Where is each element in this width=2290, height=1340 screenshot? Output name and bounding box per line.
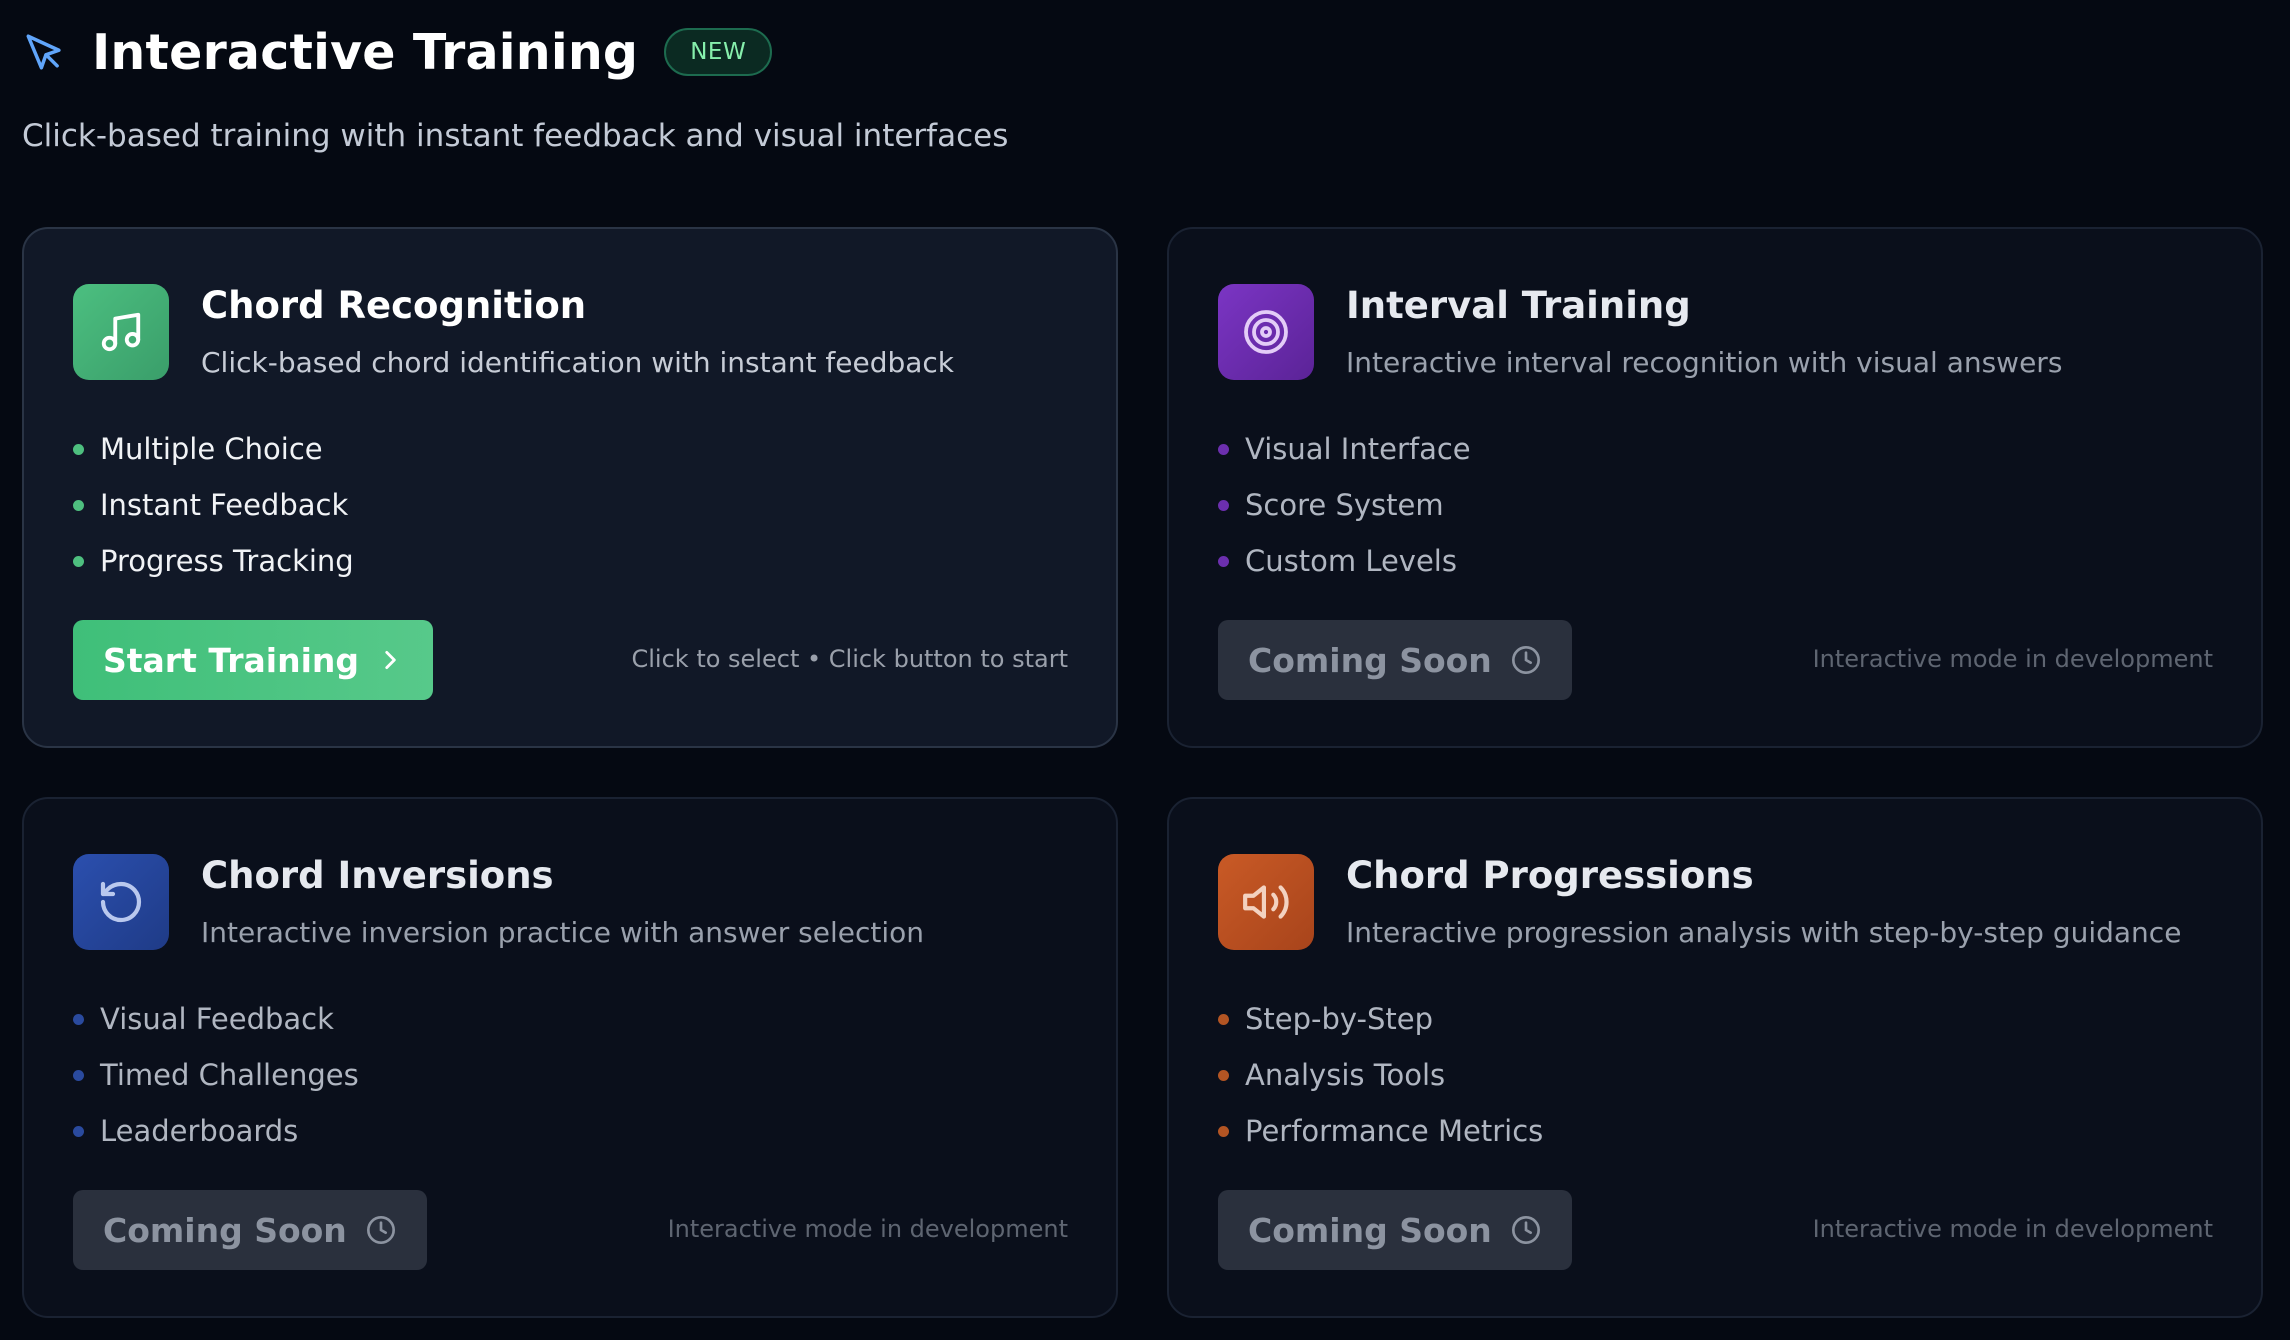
- card-title: Interval Training: [1346, 284, 1691, 327]
- card-hint: Interactive mode in development: [1812, 645, 2213, 673]
- coming-soon-button: Coming Soon: [1218, 620, 1572, 700]
- bullet-dot: [73, 555, 84, 567]
- coming-soon-button: Coming Soon: [73, 1190, 427, 1270]
- card-description: Interactive progression analysis with st…: [1346, 916, 2182, 949]
- page-subtitle: Click-based training with instant feedba…: [22, 118, 1009, 154]
- button-label: Start Training: [103, 640, 360, 680]
- feature-list: Visual Feedback Timed Challenges Leaderb…: [73, 991, 359, 1159]
- feature-label: Multiple Choice: [100, 432, 323, 466]
- feature-list: Step-by-Step Analysis Tools Performance …: [1218, 991, 1543, 1159]
- button-label: Coming Soon: [103, 1210, 347, 1250]
- feature-item: Custom Levels: [1218, 533, 1471, 589]
- clock-icon: [365, 1214, 397, 1246]
- feature-label: Timed Challenges: [100, 1058, 359, 1092]
- card-hint: Interactive mode in development: [667, 1215, 1068, 1243]
- feature-list: Visual Interface Score System Custom Lev…: [1218, 421, 1471, 589]
- rotate-ccw-icon: [73, 854, 169, 950]
- bullet-dot: [73, 1069, 84, 1081]
- card-title: Chord Recognition: [201, 284, 587, 327]
- button-label: Coming Soon: [1248, 1210, 1492, 1250]
- bullet-dot: [1218, 555, 1229, 567]
- feature-label: Visual Interface: [1245, 432, 1471, 466]
- feature-item: Multiple Choice: [73, 421, 354, 477]
- bullet-dot: [1218, 1125, 1229, 1137]
- card-interval-training[interactable]: Interval Training Interactive interval r…: [1167, 227, 2263, 748]
- page-header: Interactive Training NEW: [22, 22, 773, 82]
- music-note-icon: [73, 284, 169, 380]
- new-badge: NEW: [664, 28, 773, 76]
- start-training-button[interactable]: Start Training: [73, 620, 434, 700]
- feature-label: Visual Feedback: [100, 1002, 334, 1036]
- feature-label: Analysis Tools: [1245, 1058, 1446, 1092]
- feature-item: Timed Challenges: [73, 1047, 359, 1103]
- coming-soon-button: Coming Soon: [1218, 1190, 1572, 1270]
- clock-icon: [1510, 644, 1542, 676]
- feature-item: Visual Feedback: [73, 991, 359, 1047]
- feature-list: Multiple Choice Instant Feedback Progres…: [73, 421, 354, 589]
- bullet-dot: [73, 499, 84, 511]
- bullet-dot: [73, 1013, 84, 1025]
- clock-icon: [1510, 1214, 1542, 1246]
- feature-item: Performance Metrics: [1218, 1103, 1543, 1159]
- bullet-dot: [1218, 499, 1229, 511]
- bullet-dot: [73, 1125, 84, 1137]
- card-chord-inversions[interactable]: Chord Inversions Interactive inversion p…: [22, 797, 1118, 1318]
- page-title: Interactive Training: [92, 23, 639, 81]
- card-title: Chord Progressions: [1346, 854, 1754, 897]
- card-description: Interactive inversion practice with answ…: [201, 916, 925, 949]
- feature-item: Instant Feedback: [73, 477, 354, 533]
- feature-label: Score System: [1245, 488, 1444, 522]
- cursor-arrow-icon: [22, 30, 66, 74]
- bullet-dot: [73, 443, 84, 455]
- bullet-dot: [1218, 443, 1229, 455]
- card-chord-recognition[interactable]: Chord Recognition Click-based chord iden…: [22, 227, 1118, 748]
- feature-label: Progress Tracking: [100, 544, 354, 578]
- speaker-volume-icon: [1218, 854, 1314, 950]
- card-title: Chord Inversions: [201, 854, 554, 897]
- bullet-dot: [1218, 1069, 1229, 1081]
- feature-label: Step-by-Step: [1245, 1002, 1434, 1036]
- feature-label: Instant Feedback: [100, 488, 349, 522]
- feature-item: Visual Interface: [1218, 421, 1471, 477]
- feature-item: Progress Tracking: [73, 533, 354, 589]
- feature-label: Performance Metrics: [1245, 1114, 1544, 1148]
- feature-label: Custom Levels: [1245, 544, 1457, 578]
- bullet-dot: [1218, 1013, 1229, 1025]
- button-label: Coming Soon: [1248, 640, 1492, 680]
- feature-item: Leaderboards: [73, 1103, 359, 1159]
- card-description: Click-based chord identification with in…: [201, 346, 955, 379]
- card-description: Interactive interval recognition with vi…: [1346, 346, 2063, 379]
- card-hint: Click to select • Click button to start: [631, 645, 1069, 673]
- feature-item: Analysis Tools: [1218, 1047, 1543, 1103]
- card-hint: Interactive mode in development: [1812, 1215, 2213, 1243]
- target-icon: [1218, 284, 1314, 380]
- chevron-right-icon: [377, 647, 403, 673]
- feature-item: Step-by-Step: [1218, 991, 1543, 1047]
- feature-label: Leaderboards: [100, 1114, 299, 1148]
- card-chord-progressions[interactable]: Chord Progressions Interactive progressi…: [1167, 797, 2263, 1318]
- feature-item: Score System: [1218, 477, 1471, 533]
